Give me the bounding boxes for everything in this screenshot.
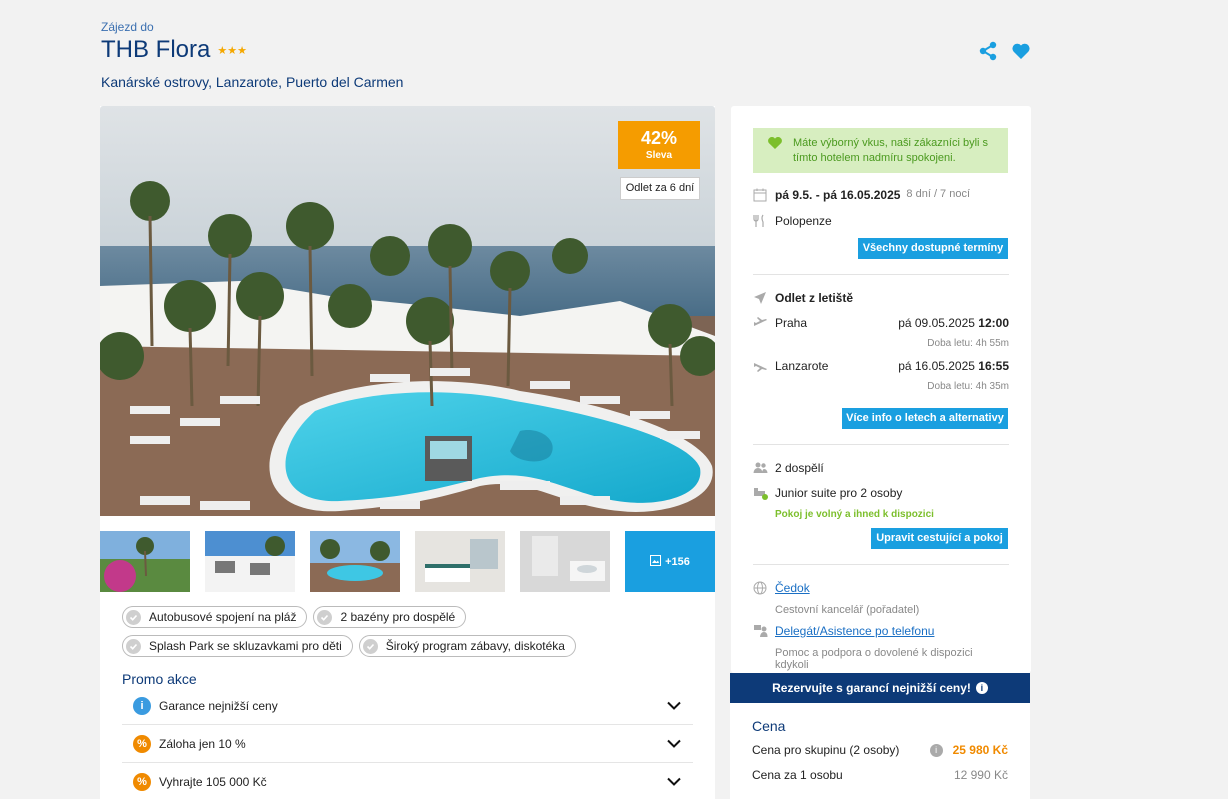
agency-link[interactable]: Čedok: [775, 581, 810, 595]
trip-sub-label: Zájezd do: [101, 20, 154, 34]
promo-accordion: i Garance nejnižší ceny % Záloha jen 10 …: [122, 687, 693, 799]
heart-icon: [767, 136, 783, 153]
checkmark-icon: [126, 638, 141, 654]
percent-icon: %: [133, 734, 151, 753]
flight-out-date: pá 09.05.2025: [898, 316, 975, 330]
photo-thumbnails: +156: [100, 531, 715, 592]
travellers-count: 2 dospělí: [775, 461, 824, 475]
per-person-price-value: 12 990 Kč: [953, 768, 1008, 782]
guarantee-text: Rezervujte s garancí nejnižší ceny!: [772, 681, 971, 695]
departure-countdown-tag: Odlet za 6 dní: [620, 177, 700, 200]
support-description: Pomoc a podpora o dovolené k dispozici k…: [775, 647, 973, 671]
discount-badge: 42% Sleva: [618, 121, 700, 169]
group-price-label: Cena pro skupinu (2 osoby): [752, 743, 900, 757]
flight-back-time: 16:55: [978, 359, 1009, 373]
feature-label: 2 bazény pro dospělé: [340, 610, 456, 624]
info-icon[interactable]: i: [975, 682, 988, 694]
trip-dates: pá 9.5. - pá 16.05.2025: [775, 188, 901, 202]
checkmark-icon: [126, 609, 141, 625]
calendar-icon: [753, 188, 769, 205]
hotel-location[interactable]: Kanárské ostrovy, Lanzarote, Puerto del …: [101, 74, 403, 90]
feature-chips: Autobusové spojení na pláž 2 bazény pro …: [100, 592, 700, 657]
thumbnail-photo[interactable]: [415, 531, 505, 592]
promo-item[interactable]: % Vyhrajte 105 000 Kč: [122, 763, 693, 799]
favorite-heart-icon[interactable]: [1011, 41, 1031, 61]
feature-label: Splash Park se skluzavkami pro děti: [149, 639, 342, 653]
departure-airport-label: Odlet z letiště: [775, 291, 854, 305]
promo-item-label: Vyhrajte 105 000 Kč: [159, 775, 267, 789]
promo-item-label: Záloha jen 10 %: [159, 736, 246, 751]
flight-info-button[interactable]: Více info o letech a alternativy: [842, 408, 1008, 429]
support-link[interactable]: Delegát/Asistence po telefonu: [775, 624, 934, 638]
edit-travellers-button[interactable]: Upravit cestující a pokoj: [871, 528, 1008, 549]
info-icon[interactable]: i: [929, 743, 943, 757]
chevron-down-icon[interactable]: [667, 737, 681, 751]
checkmark-icon: [362, 638, 378, 654]
gallery-icon: [650, 554, 662, 569]
board-type: Polopenze: [775, 214, 832, 228]
feature-label: Široký program zábavy, diskotéka: [385, 639, 565, 653]
promo-item-label: Garance nejnižší ceny: [159, 698, 278, 713]
percent-icon: %: [133, 773, 151, 791]
bed-available-icon: [753, 486, 769, 503]
chevron-down-icon[interactable]: [667, 775, 681, 789]
flight-back-date: pá 16.05.2025: [898, 359, 975, 373]
hotel-gallery-panel: 42% Sleva Odlet za 6 dní +156 Autobusové…: [100, 106, 715, 799]
flight-out-duration: Doba letu: 4h 55m: [927, 338, 1009, 349]
agency-description: Cestovní kancelář (pořadatel): [775, 604, 920, 616]
main-hotel-photo[interactable]: 42% Sleva Odlet za 6 dní: [100, 106, 715, 516]
feature-label: Autobusové spojení na pláž: [149, 610, 297, 624]
price-guarantee-banner[interactable]: Rezervujte s garancí nejnižší ceny! i: [730, 673, 1030, 703]
thumbnail-photo[interactable]: [310, 531, 400, 592]
more-photos-count: +156: [665, 555, 690, 568]
support-agent-icon: [753, 624, 769, 641]
price-title: Cena: [752, 718, 786, 734]
star-rating: ★★★: [217, 44, 247, 57]
thumbnail-photo[interactable]: [100, 531, 190, 592]
promo-section-title: Promo akce: [122, 671, 197, 687]
satisfaction-message: Máte výborný vkus, naši zákazníci byli s…: [793, 136, 989, 164]
booking-summary-panel: Máte výborný vkus, naši zákazníci byli s…: [731, 106, 1031, 673]
all-dates-button[interactable]: Všechny dostupné termíny: [858, 238, 1008, 259]
checkmark-icon: [317, 609, 333, 625]
plane-arrival-icon: [753, 359, 769, 376]
flight-out-city: Praha: [775, 316, 808, 330]
feature-chip: Autobusové spojení na pláž: [122, 606, 308, 628]
cutlery-icon: [753, 214, 769, 231]
discount-label: Sleva: [645, 150, 673, 161]
feature-chip: Splash Park se skluzavkami pro děti: [122, 635, 353, 657]
flight-back-duration: Doba letu: 4h 35m: [927, 381, 1009, 392]
chevron-down-icon[interactable]: [667, 699, 681, 713]
discount-percent: 42%: [640, 128, 678, 148]
people-icon: [753, 461, 769, 478]
info-icon: i: [133, 696, 151, 715]
globe-icon: [753, 581, 769, 598]
feature-chip: Široký program zábavy, diskotéka: [358, 635, 576, 657]
room-type: Junior suite pro 2 osoby: [775, 486, 903, 500]
more-photos-button[interactable]: +156: [625, 531, 715, 592]
flight-back-city: Lanzarote: [775, 359, 829, 373]
share-icon[interactable]: [978, 41, 998, 61]
thumbnail-photo[interactable]: [520, 531, 610, 592]
hotel-title: THB Flora: [101, 36, 211, 63]
price-panel: Cena Cena pro skupinu (2 osoby) i 25 980…: [730, 703, 1030, 799]
thumbnail-photo[interactable]: [205, 531, 295, 592]
satisfaction-banner: Máte výborný vkus, naši zákazníci byli s…: [753, 128, 1008, 173]
promo-item[interactable]: % Záloha jen 10 %: [122, 725, 693, 763]
group-price-value: 25 980 Kč: [952, 743, 1008, 757]
location-arrow-icon: [753, 291, 769, 308]
flight-out-time: 12:00: [978, 316, 1009, 330]
per-person-price-label: Cena za 1 osobu: [752, 768, 843, 782]
hotel-header: Zájezd do THB Flora ★★★ Kanárské ostrovy…: [101, 20, 403, 90]
plane-departure-icon: [753, 316, 769, 333]
trip-duration: 8 dní / 7 nocí: [906, 188, 971, 200]
promo-item[interactable]: i Garance nejnižší ceny: [122, 687, 693, 725]
feature-chip: 2 bazény pro dospělé: [313, 606, 467, 628]
room-availability: Pokoj je volný a ihned k dispozici: [775, 509, 934, 520]
